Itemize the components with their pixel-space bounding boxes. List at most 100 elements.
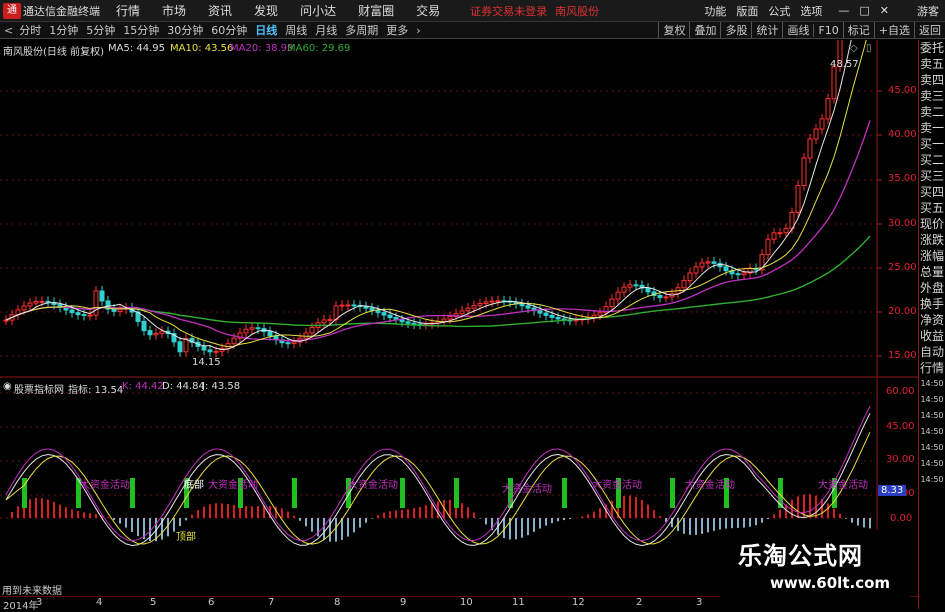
period-weekly[interactable]: 周线 xyxy=(285,22,307,38)
main-chart-title: 南风股份(日线 前复权) xyxy=(3,43,104,58)
menu-function[interactable]: 功能 xyxy=(704,3,726,19)
tool-overlay[interactable]: 叠加 xyxy=(689,22,720,38)
indicator-settings-icon[interactable]: ◉ xyxy=(3,381,12,392)
guest-label[interactable]: 游客 xyxy=(917,3,939,19)
main-kline-chart[interactable]: 南风股份(日线 前复权) MA5: 44.95 MA10: 43.56 MA20… xyxy=(0,40,918,378)
period-intraday[interactable]: 分时 xyxy=(19,22,41,38)
menu-wealth[interactable]: 财富圈 xyxy=(358,2,394,19)
period-60min[interactable]: 60分钟 xyxy=(211,22,247,38)
signal-label: 大资金活动 xyxy=(592,476,642,491)
period-1min[interactable]: 1分钟 xyxy=(49,22,78,38)
quote-panel-item[interactable]: 买二 xyxy=(919,152,945,168)
menu-trade[interactable]: 交易 xyxy=(416,2,440,19)
quote-panel-item[interactable]: 净资 xyxy=(919,312,945,328)
quote-panel-item[interactable]: 委托 xyxy=(919,40,945,56)
menu-discover[interactable]: 发现 xyxy=(254,2,278,19)
maximize-icon[interactable]: □ xyxy=(859,4,869,17)
quote-panel-item[interactable]: 买四 xyxy=(919,184,945,200)
menu-quotes[interactable]: 行情 xyxy=(116,2,140,19)
candle-body xyxy=(118,309,122,311)
indicator-bar xyxy=(335,518,337,542)
main-y-tick: 20.00 xyxy=(888,306,917,317)
tool-mark[interactable]: 标记 xyxy=(843,22,874,38)
period-more[interactable]: 更多 xyxy=(386,22,408,38)
indicator-bar xyxy=(599,508,601,518)
buy-signal-bar xyxy=(130,478,135,508)
tool-adjust[interactable]: 复权 xyxy=(658,22,689,38)
quote-panel-item[interactable]: 外盘 xyxy=(919,280,945,296)
expand-icon[interactable]: ▯ xyxy=(866,43,872,54)
indicator-bar xyxy=(701,518,703,534)
quote-panel-item[interactable]: 买三 xyxy=(919,168,945,184)
menu-assistant[interactable]: 问小达 xyxy=(300,2,336,19)
indicator-bar xyxy=(245,506,247,518)
period-15min[interactable]: 15分钟 xyxy=(123,22,159,38)
period-multi[interactable]: 多周期 xyxy=(345,22,378,38)
ma5-legend: MA5: 44.95 xyxy=(108,43,165,54)
back-arrow-icon[interactable]: < xyxy=(4,24,13,37)
quote-panel-item[interactable]: 总量 xyxy=(919,264,945,280)
indicator-bar xyxy=(545,518,547,526)
quote-panel-item[interactable]: 卖二 xyxy=(919,104,945,120)
quote-panel-item[interactable]: 买一 xyxy=(919,136,945,152)
indicator-bar xyxy=(107,517,109,518)
candle-body xyxy=(70,310,74,313)
candle-body xyxy=(346,305,350,306)
candle-body xyxy=(184,338,188,351)
period-daily[interactable]: 日线 xyxy=(255,22,277,38)
month-label: 9 xyxy=(400,597,406,608)
quote-panel-item[interactable]: 卖四 xyxy=(919,72,945,88)
login-warning[interactable]: 证券交易未登录 xyxy=(470,3,547,19)
menu-layout[interactable]: 版面 xyxy=(736,3,758,19)
quote-panel-item[interactable]: 14:50 xyxy=(919,424,945,440)
quote-panel-item[interactable]: 买五 xyxy=(919,200,945,216)
candle-body xyxy=(646,288,650,292)
menu-formula[interactable]: 公式 xyxy=(768,3,790,19)
tool-return[interactable]: 返回 xyxy=(914,22,945,38)
candle-body xyxy=(208,350,212,352)
quote-panel-item[interactable]: 涨跌 xyxy=(919,232,945,248)
candle-body xyxy=(772,233,776,239)
quote-panel-item[interactable]: 收益 xyxy=(919,328,945,344)
candle-body xyxy=(292,342,296,344)
quote-panel-item[interactable]: 14:50 xyxy=(919,456,945,472)
quote-panel-item[interactable]: 14:50 xyxy=(919,376,945,392)
menu-news[interactable]: 资讯 xyxy=(208,2,232,19)
period-monthly[interactable]: 月线 xyxy=(315,22,337,38)
more-chevron-icon[interactable]: › xyxy=(416,24,420,37)
candle-body xyxy=(694,267,698,273)
quote-panel-item[interactable]: 14:50 xyxy=(919,472,945,488)
close-icon[interactable]: ✕ xyxy=(880,4,889,17)
period-5min[interactable]: 5分钟 xyxy=(86,22,115,38)
indicator-j: J: 43.58 xyxy=(202,381,240,392)
quote-panel-item[interactable]: 换手 xyxy=(919,296,945,312)
quote-panel-item[interactable]: 14:50 xyxy=(919,408,945,424)
candle-body xyxy=(310,327,314,333)
menu-options[interactable]: 选项 xyxy=(800,3,822,19)
candle-body xyxy=(664,297,668,298)
quote-panel-item[interactable]: 现价 xyxy=(919,216,945,232)
settings-diamond-icon[interactable]: ◇ xyxy=(850,43,858,54)
menu-market[interactable]: 市场 xyxy=(162,2,186,19)
indicator-bar xyxy=(287,512,289,518)
tool-add-watchlist[interactable]: +自选 xyxy=(874,22,914,38)
quote-panel-item[interactable]: 自动 xyxy=(919,344,945,360)
tool-f10[interactable]: F10 xyxy=(813,24,842,37)
quote-panel-item[interactable]: 卖三 xyxy=(919,88,945,104)
quote-panel-item[interactable]: 行情 xyxy=(919,360,945,376)
month-label: 3 xyxy=(696,597,702,608)
signal-label: 大资金活动 xyxy=(208,476,258,491)
tool-multistock[interactable]: 多股 xyxy=(720,22,751,38)
minimize-icon[interactable]: — xyxy=(838,4,849,17)
quote-panel-item[interactable]: 涨幅 xyxy=(919,248,945,264)
period-30min[interactable]: 30分钟 xyxy=(167,22,203,38)
quote-panel-item[interactable]: 14:50 xyxy=(919,440,945,456)
tool-stats[interactable]: 统计 xyxy=(751,22,782,38)
quote-panel-item[interactable]: 14:50 xyxy=(919,392,945,408)
tool-draw[interactable]: 画线 xyxy=(782,22,813,38)
watermark: 乐淘公式网 www.60lt.com xyxy=(720,530,910,600)
quote-panel-item[interactable]: 卖一 xyxy=(919,120,945,136)
indicator-bar xyxy=(683,518,685,534)
quote-panel-item[interactable]: 卖五 xyxy=(919,56,945,72)
candle-body xyxy=(736,274,740,275)
